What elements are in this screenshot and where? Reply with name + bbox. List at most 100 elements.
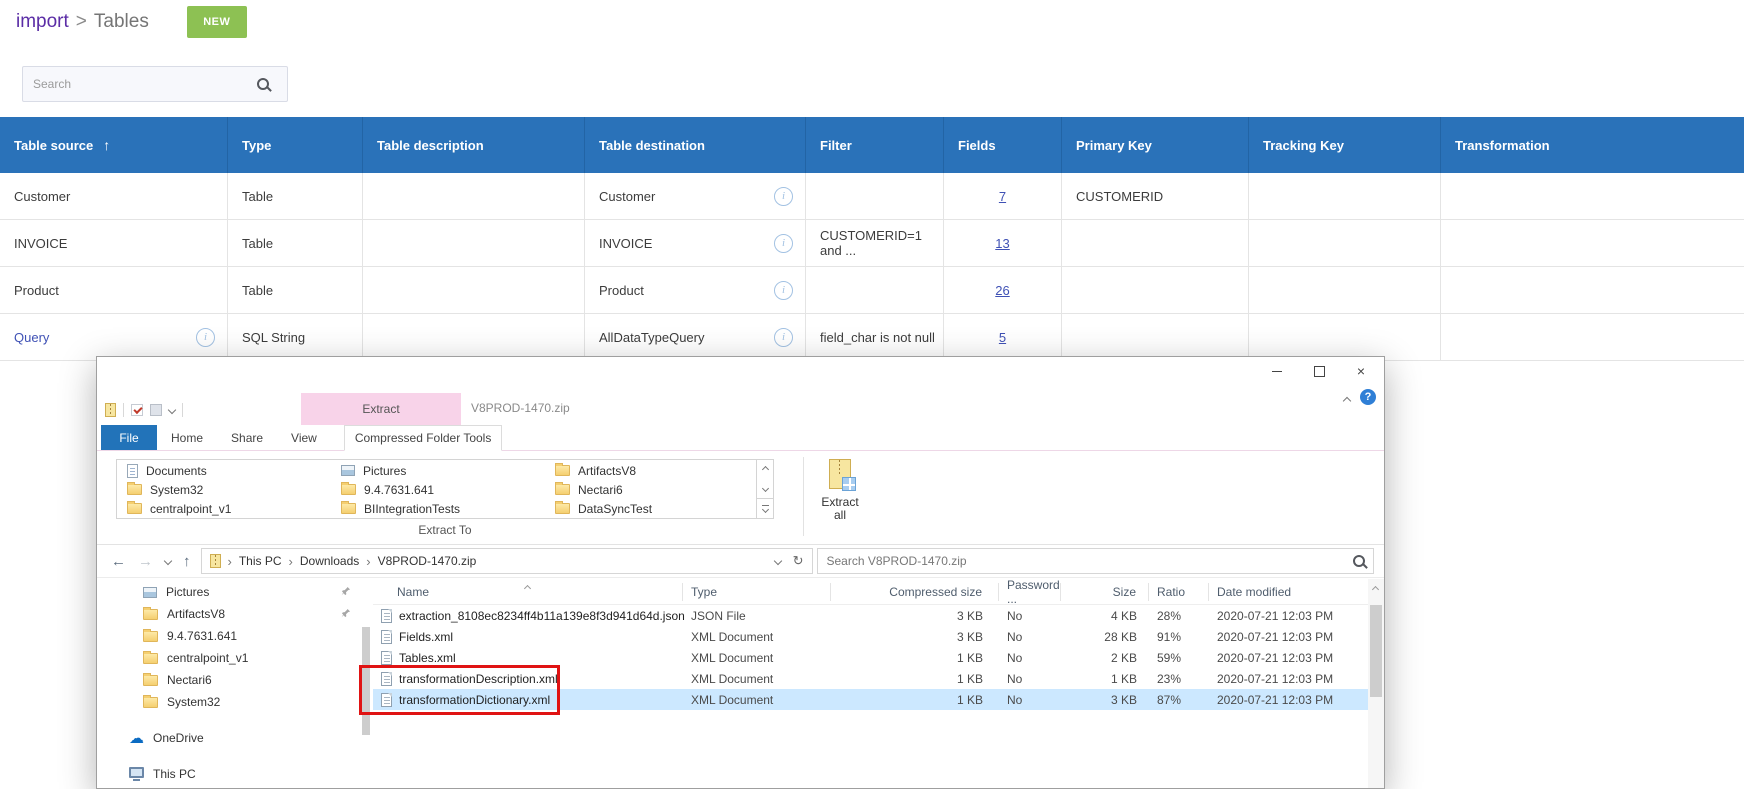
extract-destination[interactable]: Documents (117, 461, 331, 480)
address-dropdown-icon[interactable] (773, 557, 781, 565)
onedrive-cloud-icon: ☁ (129, 731, 144, 746)
breadcrumb-import-link[interactable]: import (16, 11, 69, 33)
nav-item-system32[interactable]: System32 (97, 691, 373, 713)
fields-count-link[interactable]: 13 (995, 236, 1009, 251)
column-header-transformation[interactable]: Transformation (1440, 117, 1744, 173)
info-icon[interactable]: i (774, 281, 793, 300)
column-header-date-modified[interactable]: Date modified (1209, 583, 1368, 601)
folder-icon (143, 653, 158, 664)
file-row[interactable]: transformationDescription.xml XML Docume… (373, 668, 1368, 689)
destination-label: Documents (146, 464, 207, 478)
crumb-downloads[interactable]: Downloads (300, 554, 359, 568)
tab-file[interactable]: File (101, 425, 157, 450)
nav-scrollbar[interactable] (362, 627, 370, 735)
extract-destination[interactable]: centralpoint_v1 (117, 499, 331, 518)
column-header-filter[interactable]: Filter (805, 117, 943, 173)
tab-compressed-folder-tools[interactable]: Compressed Folder Tools (344, 425, 503, 451)
properties-icon[interactable] (131, 404, 143, 416)
query-source-link[interactable]: Query (14, 330, 49, 345)
minimize-button[interactable] (1256, 359, 1298, 383)
collapse-ribbon-icon[interactable] (1344, 393, 1350, 407)
nav-item-onedrive[interactable]: ☁ OneDrive (97, 727, 373, 749)
fields-count-link[interactable]: 5 (999, 330, 1006, 345)
tab-view[interactable]: View (277, 425, 331, 450)
address-bar: ← → ↑ › This PC › Downloads › V8PROD-147… (97, 545, 1384, 578)
nav-item-pictures[interactable]: Pictures (97, 581, 373, 603)
extract-destination[interactable]: System32 (117, 480, 331, 499)
folder-icon (143, 697, 158, 708)
info-icon[interactable]: i (774, 234, 793, 253)
scroll-up-icon[interactable] (1372, 586, 1379, 593)
maximize-button[interactable] (1298, 359, 1340, 383)
explorer-search-input[interactable] (818, 554, 1353, 568)
info-icon[interactable]: i (196, 328, 215, 347)
table-row[interactable]: INVOICE Table INVOICE i CUSTOMERID=1 and… (0, 220, 1744, 267)
column-header-type[interactable]: Type (227, 117, 362, 173)
nav-item-artifactsv8[interactable]: ArtifactsV8 (97, 603, 373, 625)
column-header-table-description[interactable]: Table description (362, 117, 584, 173)
back-icon[interactable]: ← (111, 553, 126, 570)
column-header-size[interactable]: Size (1061, 583, 1149, 601)
table-row[interactable]: Query i SQL String AllDataTypeQuery i fi… (0, 314, 1744, 361)
recent-locations-icon[interactable] (164, 557, 172, 565)
nav-item-nectari6[interactable]: Nectari6 (97, 669, 373, 691)
table-row[interactable]: Customer Table Customer i 7 CUSTOMERID (0, 173, 1744, 220)
gallery-scroll-up-icon[interactable] (757, 460, 773, 479)
tab-share[interactable]: Share (217, 425, 277, 450)
help-icon[interactable]: ? (1360, 389, 1376, 405)
column-header-primary-key[interactable]: Primary Key (1061, 117, 1248, 173)
fields-count-link[interactable]: 7 (999, 189, 1006, 204)
extract-destination[interactable]: Pictures (331, 461, 545, 480)
address-box[interactable]: › This PC › Downloads › V8PROD-1470.zip … (201, 548, 813, 574)
gallery-more-icon[interactable] (757, 498, 773, 518)
fields-count-link[interactable]: 26 (995, 283, 1009, 298)
extract-destination[interactable]: Nectari6 (545, 480, 759, 499)
scrollbar-thumb[interactable] (1370, 605, 1382, 697)
crumb-this-pc[interactable]: This PC (239, 554, 282, 568)
close-button[interactable]: × (1340, 359, 1382, 383)
file-row[interactable]: Fields.xml XML Document 3 KB No 28 KB 91… (373, 626, 1368, 647)
nav-item-centralpoint[interactable]: centralpoint_v1 (97, 647, 373, 669)
new-folder-icon[interactable] (150, 404, 162, 416)
cell-type: Table (227, 220, 362, 266)
extract-destination[interactable]: BIIntegrationTests (331, 499, 545, 518)
up-icon[interactable]: ↑ (183, 553, 191, 570)
column-header-table-source[interactable]: Table source ↑ (0, 117, 227, 173)
cell-filter (805, 173, 943, 219)
file-row[interactable]: extraction_8108ec8234ff4b11a139e8f3d941d… (373, 605, 1368, 626)
cell-description (362, 220, 584, 266)
search-icon[interactable] (257, 78, 269, 90)
extract-destination[interactable]: DataSyncTest (545, 499, 759, 518)
file-row[interactable]: Tables.xml XML Document 1 KB No 2 KB 59%… (373, 647, 1368, 668)
nav-item-version-folder[interactable]: 9.4.7631.641 (97, 625, 373, 647)
column-header-table-destination[interactable]: Table destination (584, 117, 805, 173)
explorer-search (817, 548, 1374, 574)
info-icon[interactable]: i (774, 328, 793, 347)
new-button[interactable]: NEW (187, 6, 247, 38)
column-header-password[interactable]: Password ... (999, 583, 1061, 601)
cell-description (362, 267, 584, 313)
info-icon[interactable]: i (774, 187, 793, 206)
nav-item-this-pc[interactable]: This PC (97, 763, 373, 785)
extract-destination[interactable]: ArtifactsV8 (545, 461, 759, 480)
column-header-compressed-size[interactable]: Compressed size (831, 583, 999, 601)
column-header-ratio[interactable]: Ratio (1149, 583, 1209, 601)
refresh-icon[interactable]: ↻ (793, 553, 804, 569)
search-icon[interactable] (1353, 555, 1365, 567)
column-header-tracking-key[interactable]: Tracking Key (1248, 117, 1440, 173)
customize-toolbar-icon[interactable] (168, 406, 176, 414)
crumb-zip[interactable]: V8PROD-1470.zip (378, 554, 477, 568)
search-input[interactable] (23, 77, 257, 91)
extract-all-button[interactable]: Extract all (811, 455, 869, 541)
file-row-selected[interactable]: transformationDictionary.xml XML Documen… (373, 689, 1368, 710)
file-list-scrollbar[interactable] (1368, 579, 1384, 788)
column-header-type[interactable]: Type (683, 583, 831, 601)
tab-home[interactable]: Home (157, 425, 217, 450)
column-header-fields[interactable]: Fields (943, 117, 1061, 173)
forward-icon[interactable]: → (138, 553, 153, 570)
gallery-scroll-down-icon[interactable] (757, 479, 773, 498)
extract-destination[interactable]: 9.4.7631.641 (331, 480, 545, 499)
contextual-tab-group-extract[interactable]: Extract (301, 393, 461, 425)
cell-description (362, 314, 584, 360)
table-row[interactable]: Product Table Product i 26 (0, 267, 1744, 314)
